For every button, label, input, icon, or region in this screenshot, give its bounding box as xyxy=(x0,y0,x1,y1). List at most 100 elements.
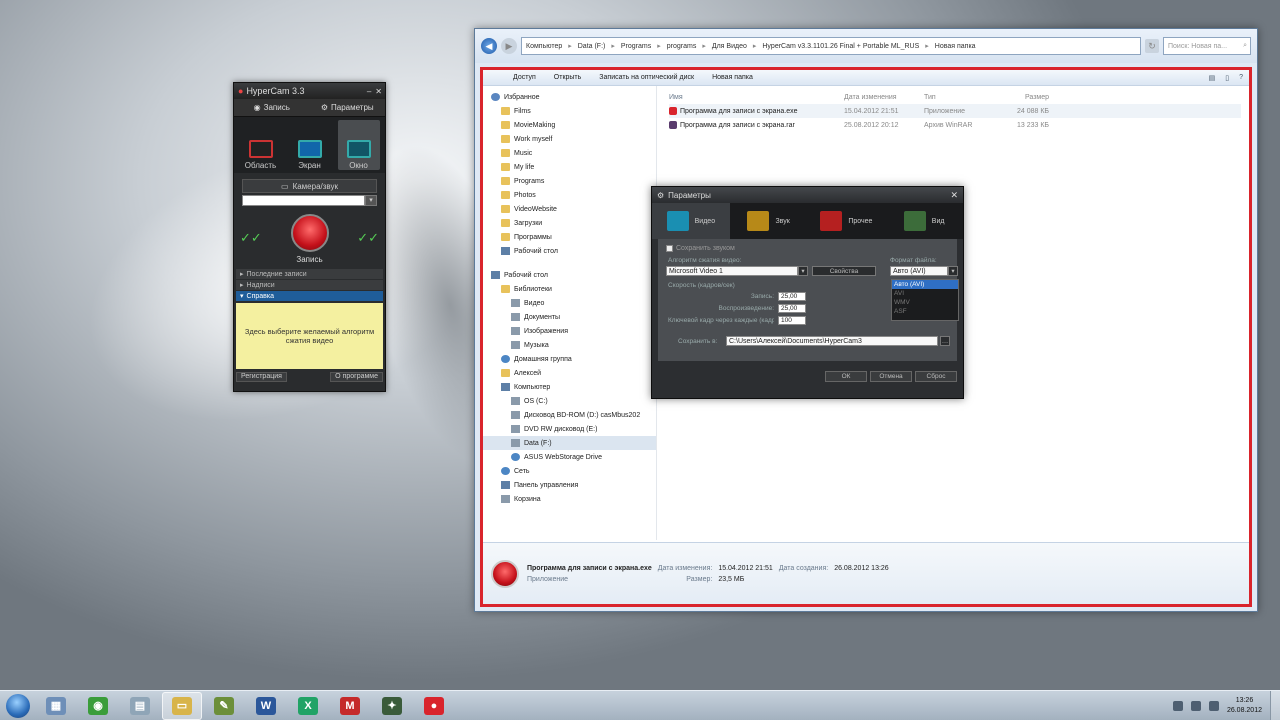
save-with-sound-checkbox[interactable]: Сохранить звуком xyxy=(666,245,949,252)
mode-window[interactable]: Окно xyxy=(337,120,380,170)
nav-item[interactable]: Библиотеки xyxy=(483,282,656,296)
nav-item[interactable]: My life xyxy=(483,160,656,174)
breadcrumb-item[interactable]: Programs xyxy=(621,43,651,50)
format-option[interactable]: Авто (AVI) xyxy=(892,280,958,289)
chevron-right-icon[interactable]: ▸ xyxy=(568,42,572,50)
dialog-tab[interactable]: Видео xyxy=(652,203,730,239)
check-icon[interactable]: ✓✓ xyxy=(357,230,379,246)
forward-icon[interactable]: ▶ xyxy=(501,38,517,54)
nav-item[interactable]: DVD RW дисковод (E:) xyxy=(483,422,656,436)
browse-button[interactable]: … xyxy=(940,336,950,346)
tray-icon[interactable] xyxy=(1172,700,1183,711)
nav-item[interactable]: Алексей xyxy=(483,366,656,380)
start-button[interactable] xyxy=(0,692,36,720)
nav-item[interactable]: Панель управления xyxy=(483,478,656,492)
nav-item[interactable]: Photos xyxy=(483,188,656,202)
taskbar-hypercam[interactable]: ● xyxy=(414,692,454,720)
camera-sound-button[interactable]: ▭ Камера/звук xyxy=(242,179,377,193)
nav-item[interactable]: Рабочий стол xyxy=(483,268,656,282)
mode-screen[interactable]: Экран xyxy=(289,120,331,170)
properties-button[interactable]: Свойства xyxy=(812,266,876,276)
dialog-tab[interactable]: Звук xyxy=(730,203,808,239)
tab-settings[interactable]: ⚙ Параметры xyxy=(310,99,386,116)
cancel-button[interactable]: Отмена xyxy=(870,370,912,382)
breadcrumb-item[interactable]: Для Видео xyxy=(712,43,747,50)
column-name[interactable]: Имя xyxy=(669,94,844,101)
format-option[interactable]: ASF xyxy=(892,307,958,316)
nav-item[interactable]: Programs xyxy=(483,174,656,188)
toolbar-open[interactable]: Открыть xyxy=(554,74,582,81)
keyframe-input[interactable]: 100 xyxy=(778,316,806,325)
taskbar-chrome[interactable]: ◉ xyxy=(78,692,118,720)
nav-item[interactable]: Видео xyxy=(483,296,656,310)
refresh-icon[interactable]: ↻ xyxy=(1145,39,1159,53)
toolbar-share[interactable]: Доступ xyxy=(513,74,536,81)
nav-item[interactable]: OS (C:) xyxy=(483,394,656,408)
about-button[interactable]: О программе xyxy=(330,372,383,382)
minimize-icon[interactable]: – xyxy=(367,87,371,96)
nav-item[interactable]: Компьютер xyxy=(483,380,656,394)
chevron-down-icon[interactable]: ▾ xyxy=(948,266,958,276)
nav-item[interactable]: Data (F:) xyxy=(483,436,656,450)
close-icon[interactable]: ✕ xyxy=(375,87,382,96)
save-path-input[interactable]: C:\Users\Алексей\Documents\HyperCam3 xyxy=(726,336,938,346)
nav-item[interactable]: Избранное xyxy=(483,90,656,104)
taskbar-word[interactable]: W xyxy=(246,692,286,720)
check-icon[interactable]: ✓✓ xyxy=(240,230,262,246)
dialog-title-bar[interactable]: ⚙ Параметры ✕ xyxy=(652,187,963,203)
nav-item[interactable]: ASUS WebStorage Drive xyxy=(483,450,656,464)
nav-item[interactable]: Music xyxy=(483,146,656,160)
chevron-down-icon[interactable]: ▾ xyxy=(365,195,377,206)
chevron-right-icon[interactable]: ▸ xyxy=(753,42,757,50)
column-size[interactable]: Размер xyxy=(1004,94,1049,101)
taskbar-folder[interactable]: ▭ xyxy=(162,691,202,720)
column-date[interactable]: Дата изменения xyxy=(844,94,924,101)
record-fps-input[interactable]: 25,00 xyxy=(778,292,806,301)
network-icon[interactable] xyxy=(1190,700,1201,711)
breadcrumb-item[interactable]: HyperCam v3.3.1101.26 Final + Portable M… xyxy=(762,43,919,50)
hypercam-title-bar[interactable]: ● HyperCam 3.3 – ✕ xyxy=(234,83,385,99)
reset-button[interactable]: Сброс xyxy=(915,370,957,382)
breadcrumb-item[interactable]: Новая папка xyxy=(935,43,976,50)
dialog-tab[interactable]: Прочее xyxy=(808,203,886,239)
mode-region[interactable]: Область xyxy=(240,120,282,170)
back-icon[interactable]: ◀ xyxy=(481,38,497,54)
section-captions[interactable]: ▸ Надписи xyxy=(236,280,383,290)
format-dropdown[interactable]: Авто (AVI) AVI WMV ASF xyxy=(891,279,959,321)
nav-item[interactable]: Музыка xyxy=(483,338,656,352)
close-icon[interactable]: ✕ xyxy=(950,190,963,201)
window-select-input[interactable] xyxy=(242,195,365,206)
chevron-down-icon[interactable]: ▾ xyxy=(798,266,808,276)
dialog-tab[interactable]: Вид xyxy=(885,203,963,239)
file-row[interactable]: Программа для записи с экрана.exe 15.04.2… xyxy=(669,104,1241,118)
nav-item[interactable]: Films xyxy=(483,104,656,118)
format-option[interactable]: WMV xyxy=(892,298,958,307)
taskbar-media[interactable]: M xyxy=(330,692,370,720)
chevron-right-icon[interactable]: ▸ xyxy=(657,42,661,50)
taskbar-excel[interactable]: X xyxy=(288,692,328,720)
tab-record[interactable]: ◉ Запись xyxy=(234,99,310,116)
view-icon[interactable]: ▤ xyxy=(1209,74,1216,82)
taskbar-notepad[interactable]: ▤ xyxy=(120,692,160,720)
nav-item[interactable]: Домашняя группа xyxy=(483,352,656,366)
nav-item[interactable]: Документы xyxy=(483,310,656,324)
format-select[interactable]: Авто (AVI) xyxy=(890,266,948,276)
taskbar-tool[interactable]: ✎ xyxy=(204,692,244,720)
help-icon[interactable]: ? xyxy=(1239,74,1243,82)
nav-item[interactable]: MovieMaking xyxy=(483,118,656,132)
taskbar-explorer[interactable]: ▦ xyxy=(36,692,76,720)
format-option[interactable]: AVI xyxy=(892,289,958,298)
breadcrumb-item[interactable]: Компьютер xyxy=(526,43,562,50)
playback-fps-input[interactable]: 25,00 xyxy=(778,304,806,313)
nav-item[interactable]: Корзина xyxy=(483,492,656,506)
breadcrumb-item[interactable]: Data (F:) xyxy=(578,43,606,50)
volume-icon[interactable] xyxy=(1208,700,1219,711)
record-button[interactable] xyxy=(290,214,329,252)
toolbar-new-folder[interactable]: Новая папка xyxy=(712,74,753,81)
register-button[interactable]: Регистрация xyxy=(236,372,287,382)
chevron-right-icon[interactable]: ▸ xyxy=(925,42,929,50)
chevron-right-icon[interactable]: ▸ xyxy=(611,42,615,50)
column-type[interactable]: Тип xyxy=(924,94,1004,101)
toolbar-burn[interactable]: Записать на оптический диск xyxy=(599,74,694,81)
nav-item[interactable]: Сеть xyxy=(483,464,656,478)
